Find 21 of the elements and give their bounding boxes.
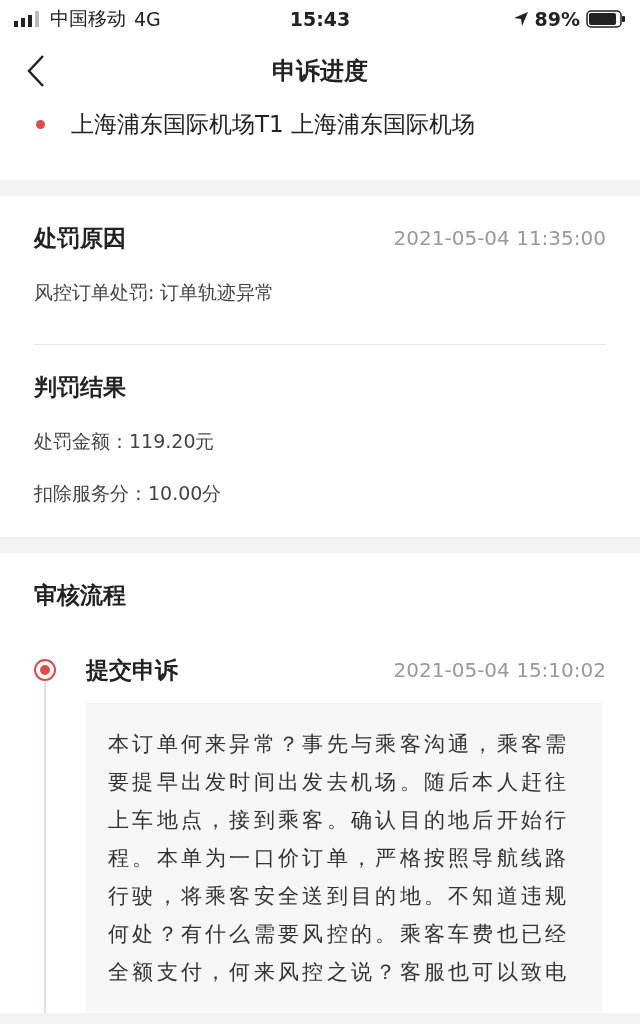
- back-icon[interactable]: [26, 54, 46, 88]
- appeal-text: 本订单何来异常？事先与乘客沟通，乘客需要提早出发时间出发去机场。随后本人赶往上车地点，接到乘客。确认目的地后开始行程。本单为一口价订单，严格按照导航线路行驶，将乘客安全送到目的地。不知道违规何处？有什么需要风控的。乘客车费也已经全额支付，何来风控之说？客服也可以致电: [86, 703, 602, 1013]
- signal-icon: [14, 11, 42, 27]
- penalty-reason: 风控订单处罚: 订单轨迹异常: [34, 281, 275, 303]
- section-heading: 审核流程: [34, 580, 126, 610]
- page-title: 申诉进度: [272, 56, 368, 87]
- section-heading: 处罚原因: [34, 223, 126, 253]
- section-heading: 判罚结果: [34, 372, 126, 402]
- network-type: 4G: [134, 8, 161, 30]
- timestamp: 2021-05-04 11:35:00: [393, 226, 606, 250]
- location-dot-icon: [36, 119, 45, 129]
- location-text: 上海浦东国际机场T1 上海浦东国际机场: [71, 109, 475, 139]
- location-arrow-icon: [512, 11, 529, 27]
- carrier-name: 中国移动: [50, 6, 126, 31]
- battery-percent: 89%: [534, 8, 580, 30]
- battery-icon: [586, 10, 626, 28]
- result-line: 处罚金额：119.20元: [34, 430, 215, 452]
- result-line: 扣除服务分：10.00分: [34, 482, 222, 504]
- step-title: 提交申诉: [86, 655, 178, 685]
- timestamp: 2021-05-04 15:10:02: [393, 658, 606, 682]
- clock: 15:43: [289, 8, 351, 30]
